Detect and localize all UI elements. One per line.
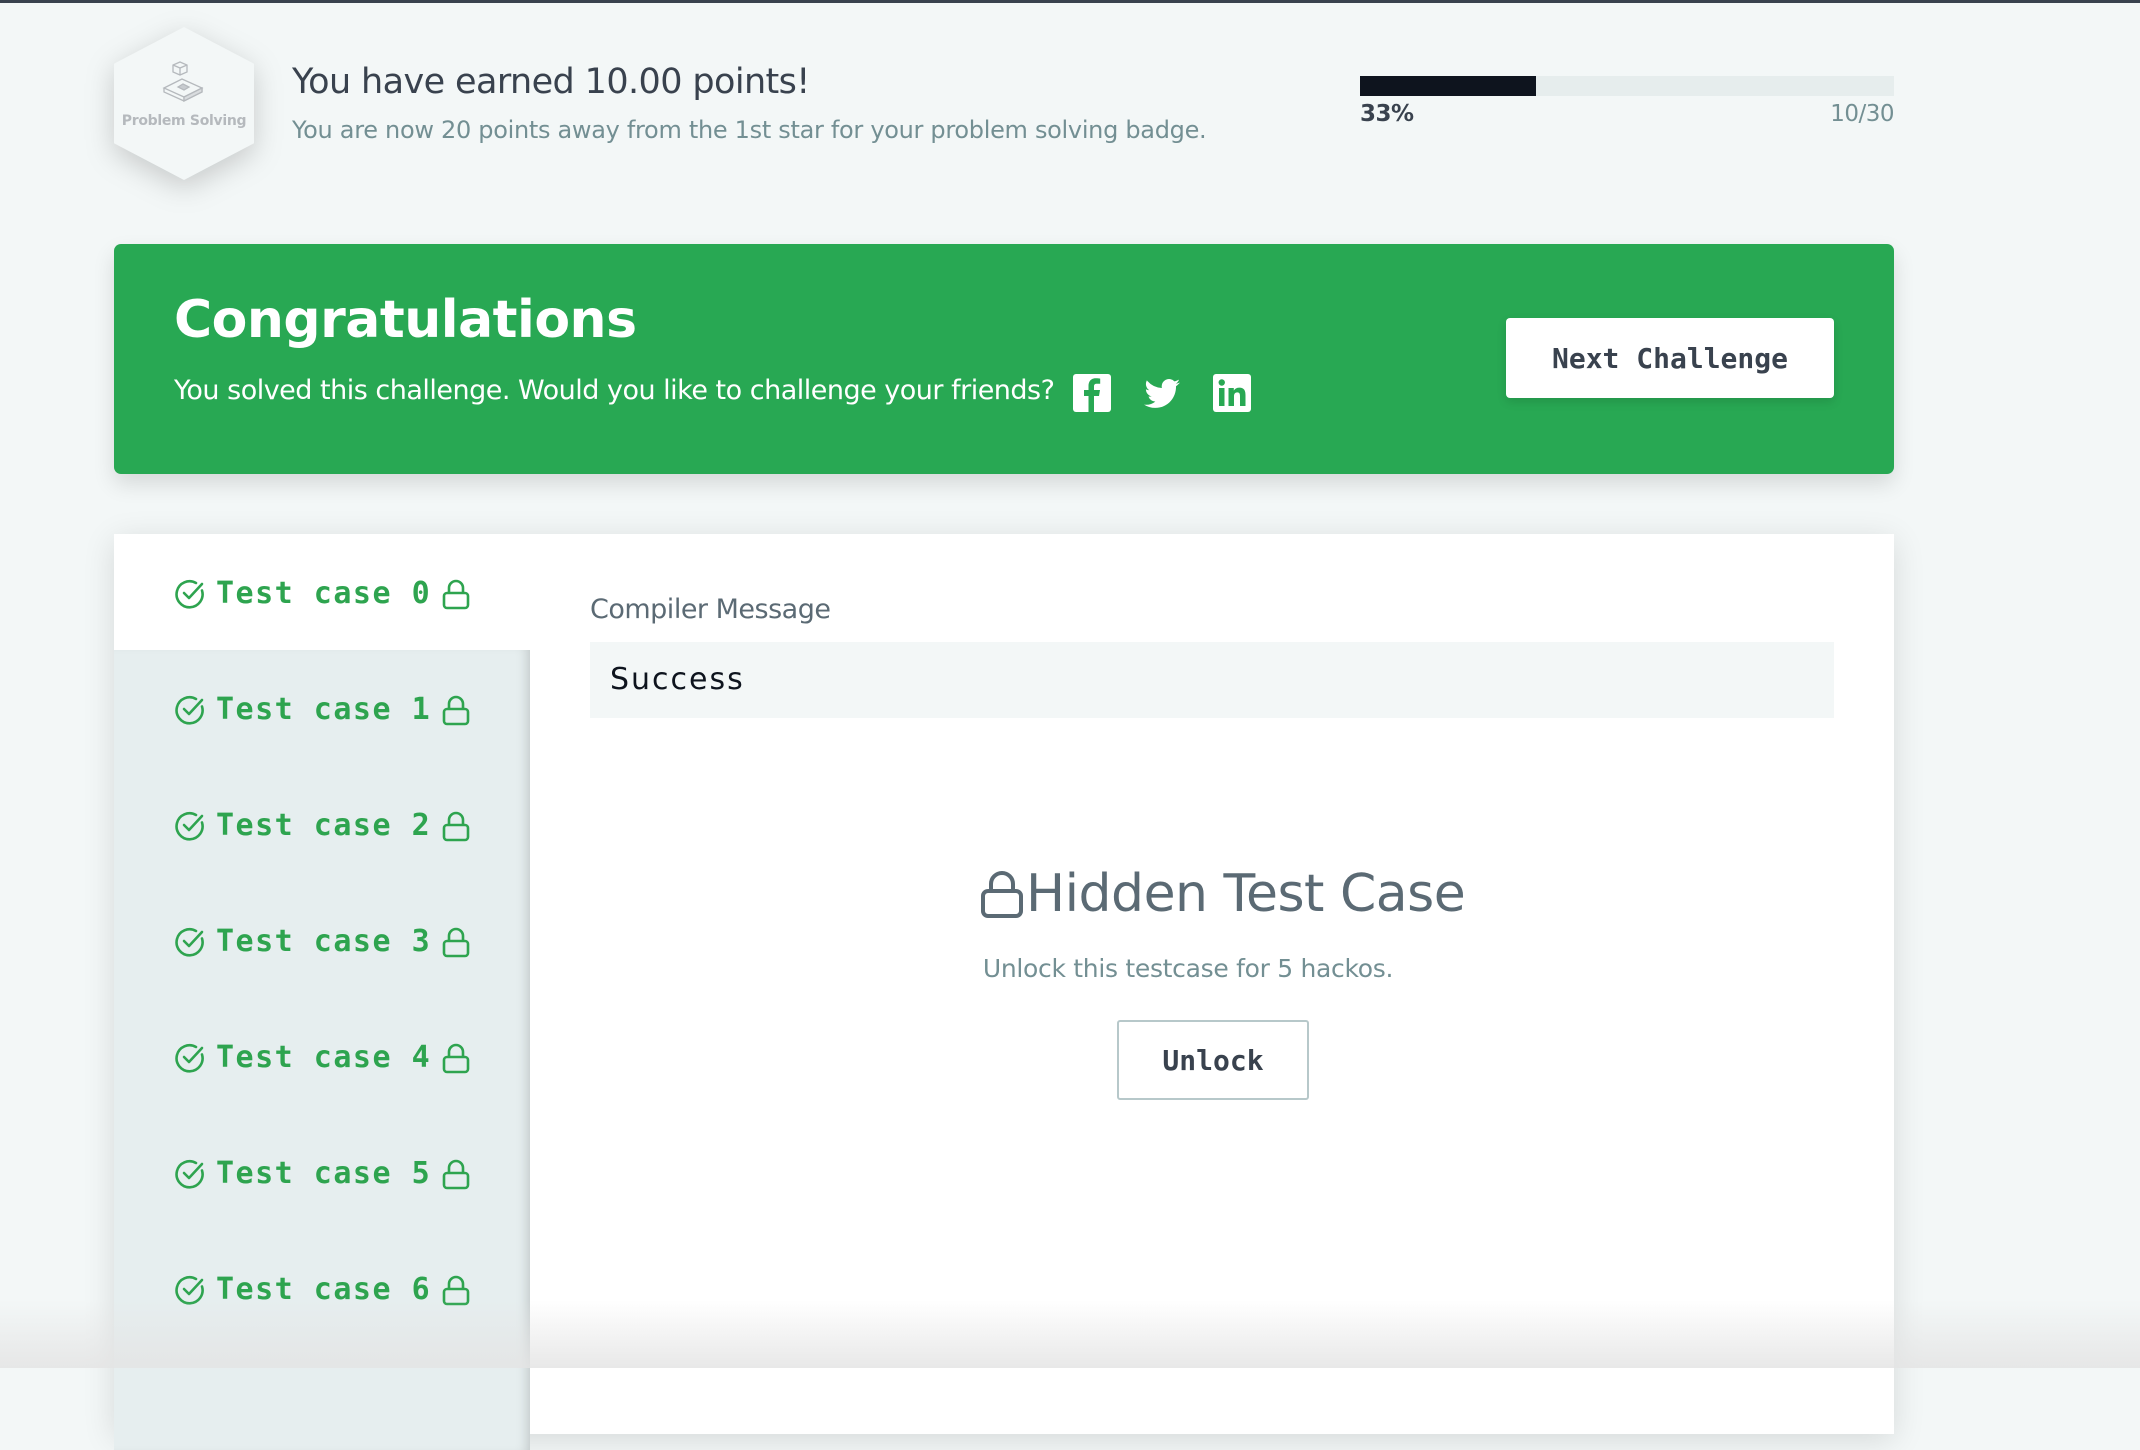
lock-icon (442, 811, 470, 841)
points-earned-title: You have earned 10.00 points! (292, 62, 810, 102)
check-circle-icon (175, 927, 204, 957)
testcase-label: Test case 3 (216, 924, 432, 959)
badge-progress-bar (1360, 76, 1894, 96)
compiler-message-box: Success (590, 642, 1834, 718)
testcase-tab-1[interactable]: Test case 1 (114, 650, 530, 766)
check-circle-icon (175, 695, 204, 725)
test-results-panel: Test case 0 Test case 1 Test case 2 Test ca… (114, 534, 1894, 1450)
compiler-message-label: Compiler Message (590, 594, 831, 625)
testcase-label: Test case 4 (216, 1040, 432, 1075)
banner-subtitle: You solved this challenge. Would you lik… (174, 375, 1055, 406)
banner-title: Congratulations (174, 290, 637, 350)
testcase-tab-5[interactable]: Test case 5 (114, 1114, 530, 1230)
badge-label: Problem Solving (121, 113, 247, 129)
lock-icon (442, 579, 470, 609)
linkedin-icon (1213, 374, 1251, 412)
progress-fill (1360, 76, 1537, 96)
points-away-subtitle: You are now 20 points away from the 1st … (292, 116, 1207, 144)
testcase-tab-6[interactable]: Test case 6 (114, 1230, 530, 1346)
testcase-tab-content: Test case 6 (174, 1272, 471, 1307)
testcase-tab-content: Test case 0 (174, 576, 471, 611)
testcase-tab-3[interactable]: Test case 3 (114, 882, 530, 998)
cube-platform-icon (162, 61, 204, 103)
hidden-testcase-title-text: Hidden Test Case (1026, 864, 1466, 924)
top-border (0, 0, 2140, 3)
lock-icon (981, 871, 1023, 918)
lock-icon (442, 1159, 470, 1189)
testcase-label: Test case 6 (216, 1272, 432, 1307)
testcase-tab-4[interactable]: Test case 4 (114, 998, 530, 1114)
progress-percent: 33% (1360, 101, 1414, 127)
testcase-label: Test case 5 (216, 1156, 432, 1191)
share-twitter-button[interactable] (1142, 373, 1182, 413)
testcase-tab-content: Test case 1 (174, 692, 471, 727)
testcase-tab-content: Test case 5 (174, 1156, 471, 1191)
hidden-testcase-subtitle: Unlock this testcase for 5 hackos. (982, 954, 1394, 983)
share-linkedin-button[interactable] (1212, 373, 1252, 413)
progress-count: 10/30 (1830, 101, 1894, 127)
testcase-label: Test case 1 (216, 692, 432, 727)
check-circle-icon (175, 811, 204, 841)
lock-icon (442, 1043, 470, 1073)
testcase-label: Test case 0 (216, 576, 432, 611)
problem-solving-badge: Problem Solving (114, 27, 254, 180)
testcase-tab-2[interactable]: Test case 2 (114, 766, 530, 882)
lock-icon (442, 1275, 470, 1305)
congratulations-banner: Congratulations You solved this challeng… (114, 244, 1894, 474)
testcase-tab-content: Test case 2 (174, 808, 471, 843)
share-facebook-button[interactable] (1072, 373, 1112, 413)
testcase-tab-content: Test case 4 (174, 1040, 471, 1075)
check-circle-icon (175, 1043, 204, 1073)
hidden-testcase-title: Hidden Test Case (980, 864, 1466, 924)
check-circle-icon (175, 579, 204, 609)
lock-icon (442, 927, 470, 957)
testcase-tab-0[interactable]: Test case 0 (114, 534, 530, 650)
check-circle-icon (175, 1275, 204, 1305)
facebook-icon (1073, 374, 1111, 412)
next-challenge-button[interactable]: Next Challenge (1506, 318, 1834, 398)
testcase-tab-content: Test case 3 (174, 924, 471, 959)
lock-icon (442, 695, 470, 725)
compiler-message-value: Success (610, 662, 745, 697)
testcase-label: Test case 2 (216, 808, 432, 843)
twitter-icon (1144, 379, 1180, 408)
unlock-testcase-button[interactable]: Unlock (1117, 1020, 1309, 1100)
check-circle-icon (175, 1159, 204, 1189)
